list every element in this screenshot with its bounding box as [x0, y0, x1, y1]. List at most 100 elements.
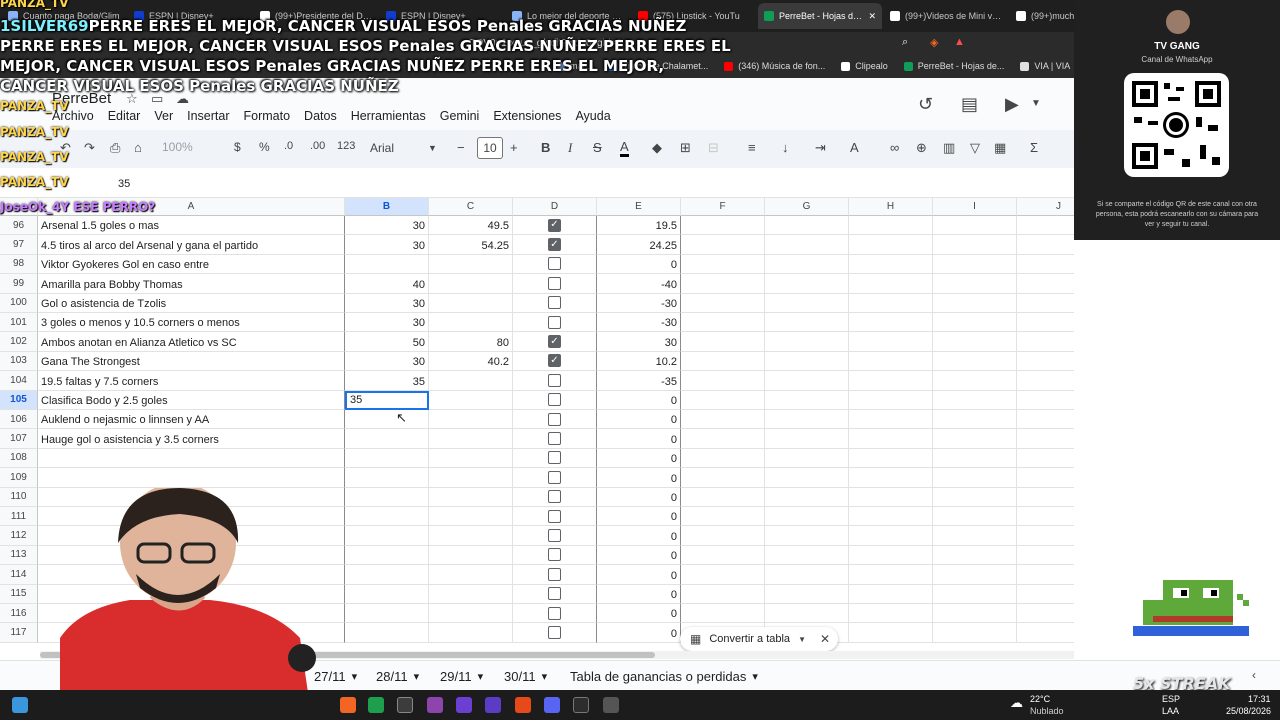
decrease-decimal-button[interactable]: .0: [284, 140, 293, 152]
cell-b[interactable]: 30: [345, 235, 429, 255]
cell-empty[interactable]: [765, 390, 849, 410]
row-header[interactable]: 97: [0, 235, 38, 255]
column-header-g[interactable]: G: [765, 198, 849, 216]
cell-empty[interactable]: [849, 410, 933, 430]
bookmark-item[interactable]: (346) Música de fon...: [724, 61, 825, 71]
app-icon[interactable]: [515, 697, 531, 713]
cell-c[interactable]: 54.25: [429, 235, 513, 255]
menu-formato[interactable]: Formato: [244, 109, 291, 123]
cell-b[interactable]: 30: [345, 216, 429, 236]
column-header-b[interactable]: B: [345, 198, 429, 216]
checkbox[interactable]: [548, 393, 561, 407]
cell-e[interactable]: -30: [597, 293, 681, 313]
bookmark-item[interactable]: VIA | VIA: [1020, 61, 1070, 71]
cell-b[interactable]: [345, 468, 429, 488]
cell-empty[interactable]: [765, 448, 849, 469]
font-size-field[interactable]: 10: [477, 137, 503, 159]
cell-e[interactable]: 0: [597, 468, 681, 488]
cell-a[interactable]: 4.5 tiros al arco del Arsenal y gana el …: [38, 235, 345, 255]
italic-icon[interactable]: I: [568, 140, 572, 156]
app-icon[interactable]: [456, 697, 472, 713]
cell-empty[interactable]: [933, 235, 1017, 255]
cell-c[interactable]: [429, 623, 513, 643]
cell-empty[interactable]: [765, 351, 849, 372]
cell-b[interactable]: 35: [345, 390, 429, 410]
checkbox[interactable]: [548, 412, 561, 426]
sheet-tab[interactable]: 29/11 ▾: [440, 669, 483, 684]
search-icon[interactable]: ⌕: [902, 36, 908, 49]
cell-empty[interactable]: [849, 390, 933, 410]
checkbox[interactable]: [548, 606, 561, 620]
insert-link-icon[interactable]: ∞: [890, 140, 899, 155]
cell-empty[interactable]: [849, 507, 933, 527]
checkbox[interactable]: [548, 548, 561, 562]
cell-empty[interactable]: [933, 274, 1017, 294]
cell-d[interactable]: [513, 371, 597, 391]
cell-e[interactable]: 0: [597, 390, 681, 410]
cell-d[interactable]: ✓: [513, 216, 597, 236]
cell-d[interactable]: [513, 507, 597, 527]
app-icon[interactable]: [397, 697, 413, 713]
cell-d[interactable]: [513, 584, 597, 604]
cell-empty[interactable]: [765, 604, 849, 624]
cell-e[interactable]: -40: [597, 274, 681, 294]
cell-empty[interactable]: [681, 410, 765, 430]
column-header-e[interactable]: E: [597, 198, 681, 216]
cell-d[interactable]: [513, 293, 597, 313]
cell-e[interactable]: 10.2: [597, 351, 681, 372]
browser-tab[interactable]: (99+)Videos de Mini viral: [884, 3, 1008, 29]
brave-rewards-icon[interactable]: ▲: [954, 36, 965, 48]
clock-date[interactable]: 25/08/2026: [1226, 706, 1271, 716]
row-header[interactable]: 99: [0, 274, 38, 294]
cell-empty[interactable]: [681, 545, 765, 566]
checkbox[interactable]: [548, 529, 561, 543]
formula-value[interactable]: 35: [118, 178, 130, 190]
comments-icon[interactable]: ▤: [961, 94, 978, 115]
cell-d[interactable]: [513, 487, 597, 507]
row-header[interactable]: 104: [0, 371, 38, 391]
text-color-icon[interactable]: A: [620, 140, 629, 157]
cell-empty[interactable]: [681, 507, 765, 527]
checkbox[interactable]: [548, 373, 561, 387]
row-header[interactable]: 111: [0, 507, 38, 527]
checkbox[interactable]: [548, 432, 561, 446]
cell-c[interactable]: [429, 429, 513, 449]
font-chevron-icon[interactable]: ▼: [428, 143, 437, 153]
print-icon[interactable]: ⎙: [110, 140, 120, 156]
cell-empty[interactable]: [681, 604, 765, 624]
cell-b[interactable]: 40: [345, 274, 429, 294]
text-rotation-icon[interactable]: A: [850, 140, 859, 155]
cell-empty[interactable]: [681, 468, 765, 488]
cell-empty[interactable]: [681, 565, 765, 585]
cell-d[interactable]: [513, 274, 597, 294]
cell-c[interactable]: [429, 254, 513, 275]
checkbox[interactable]: [548, 296, 561, 310]
sheet-tab[interactable]: 30/11 ▾: [504, 669, 547, 684]
cell-c[interactable]: [429, 274, 513, 294]
chevron-down-icon[interactable]: ▾: [542, 670, 548, 683]
chevron-down-icon[interactable]: ▾: [352, 670, 358, 683]
cell-b[interactable]: [345, 565, 429, 585]
menu-herramientas[interactable]: Herramientas: [351, 109, 426, 123]
discord-icon[interactable]: [544, 697, 560, 713]
cell-empty[interactable]: [849, 332, 933, 352]
cell-empty[interactable]: [681, 584, 765, 604]
menu-ayuda[interactable]: Ayuda: [575, 109, 610, 123]
cell-empty[interactable]: [765, 332, 849, 352]
weather-icon[interactable]: ☁: [1010, 695, 1023, 711]
cell-empty[interactable]: [933, 313, 1017, 333]
cell-d[interactable]: [513, 565, 597, 585]
cell-c[interactable]: 40.2: [429, 351, 513, 372]
checkbox[interactable]: [548, 509, 561, 523]
cell-e[interactable]: 0: [597, 565, 681, 585]
cell-empty[interactable]: [681, 351, 765, 372]
cell-b[interactable]: [345, 507, 429, 527]
cell-empty[interactable]: [933, 429, 1017, 449]
cell-empty[interactable]: [681, 274, 765, 294]
row-header[interactable]: 103: [0, 351, 38, 372]
sheet-tab[interactable]: Tabla de ganancias o perdidas ▾: [570, 669, 758, 684]
checkbox[interactable]: [548, 587, 561, 601]
checked-checkbox-icon[interactable]: ✓: [548, 335, 561, 349]
align-vertical-icon[interactable]: ↓: [782, 140, 789, 155]
cell-d[interactable]: ✓: [513, 235, 597, 255]
